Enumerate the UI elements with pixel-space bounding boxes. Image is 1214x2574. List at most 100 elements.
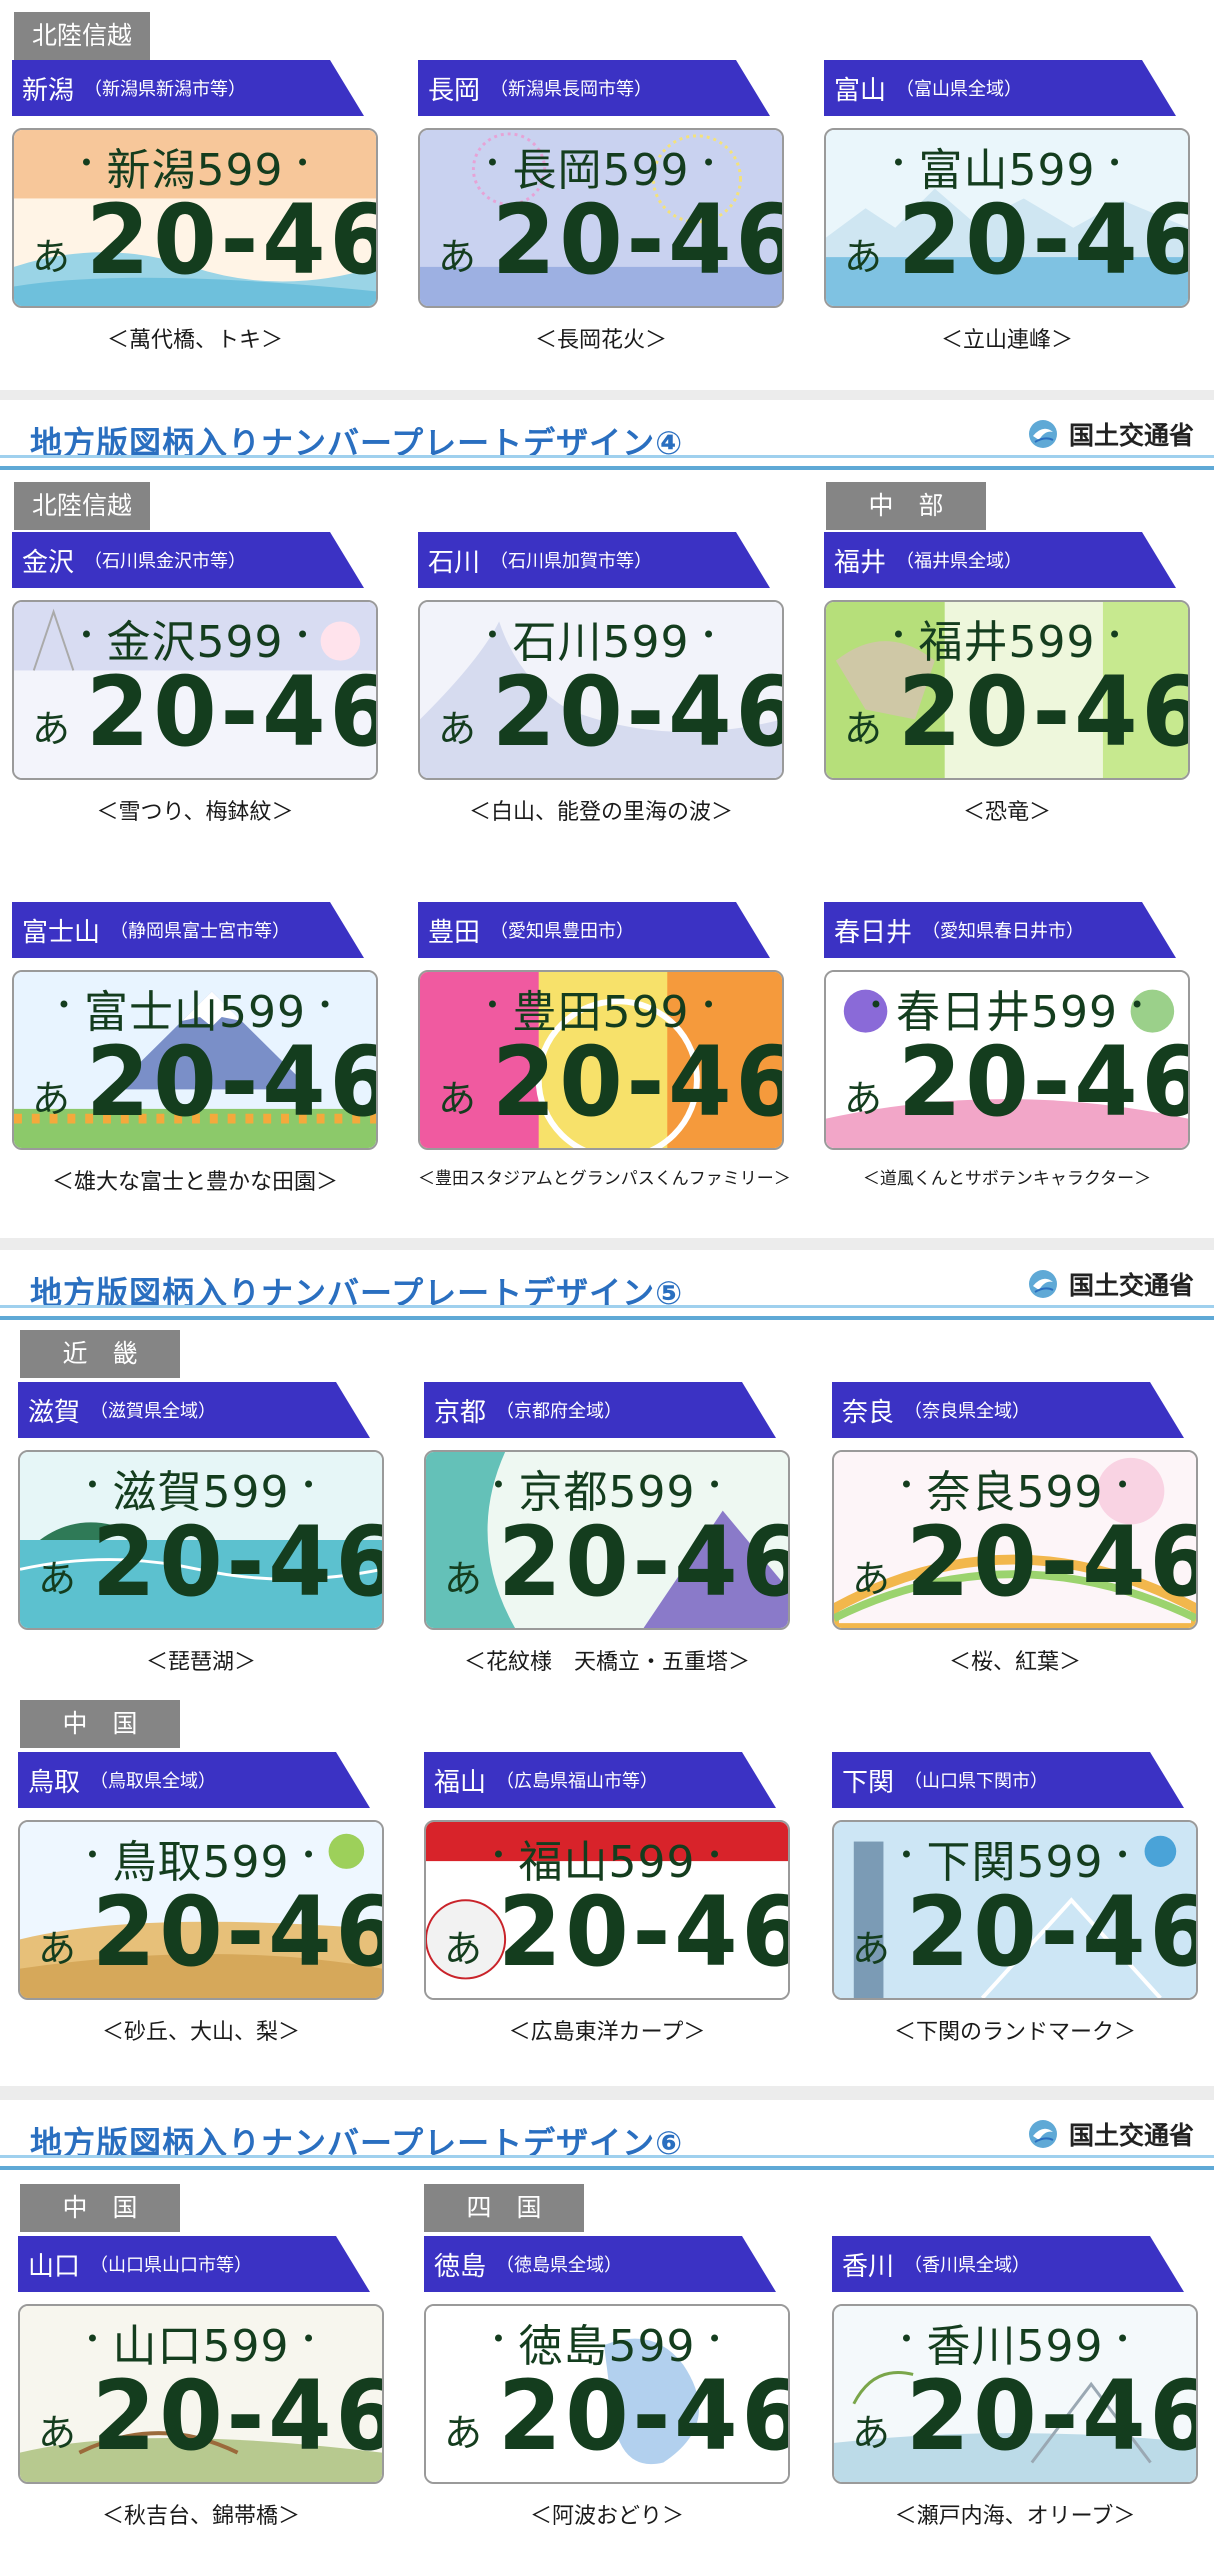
plate-card[interactable]: 奈良 （奈良県全域） 奈良599 あ 20-46 ＜桜、紅葉＞ [832,1382,1202,1702]
plate-card[interactable]: 富山 （富山県全域） 富山599 あ 20-46 ＜立山連峰＞ [824,60,1194,380]
plate-caption: ＜萬代橋、トキ＞ [106,328,283,353]
city-scope: （新潟県長岡市等） [490,79,653,100]
plate-card[interactable]: 石川 （石川県加賀市等） 石川599 あ 20-46 ＜白山、能登の里海の波＞ [418,532,788,852]
plate-kana: あ [444,1557,483,1601]
city-scope: （奈良県全域） [904,1401,1031,1422]
city-name: 京都 [434,1397,487,1428]
plate-kana: あ [438,707,477,751]
region-label: 中 国 [20,1700,180,1748]
plate-caption: ＜長岡花火＞ [534,328,667,353]
plate-caption: ＜立山連峰＞ [940,328,1073,353]
city-scope: （山口県下関市） [904,1771,1049,1792]
plate-card[interactable]: 山口 （山口県山口市等） 山口599 あ 20-46 ＜秋吉台、錦帯橋＞ [18,2236,388,2556]
license-plate: 石川599 あ 20-46 [418,600,784,780]
plate-number: 20-46 [898,656,1190,768]
license-plate: 新潟599 あ 20-46 [12,128,378,308]
license-plate: 福井599 あ 20-46 [824,600,1190,780]
plate-caption: ＜阿波おどり＞ [529,2504,684,2529]
city-scope: （富山県全域） [896,79,1023,100]
swirl-logo-icon [1028,1270,1057,1298]
city-scope: （徳島県全域） [496,2255,623,2276]
plate-caption: ＜花紋様 天橋立・五重塔＞ [463,1650,750,1675]
plate-kana: あ [444,1927,483,1971]
license-plate: 山口599 あ 20-46 [18,2304,384,2484]
plate-card[interactable]: 滋賀 （滋賀県全域） 滋賀599 あ 20-46 ＜琵琶湖＞ [18,1382,388,1702]
plate-kana: あ [852,1557,891,1601]
plate-card[interactable]: 徳島 （徳島県全域） 徳島599 あ 20-46 ＜阿波おどり＞ [424,2236,794,2556]
city-scope: （愛知県春日井市） [922,921,1085,942]
region-label: 北陸信越 [14,482,151,530]
plate-number: 20-46 [86,184,378,296]
plate-number: 20-46 [906,2360,1198,2472]
region-label: 近 畿 [20,1330,180,1378]
city-tab: 石川 （石川県加賀市等） [418,532,770,588]
plate-card[interactable]: 福山 （広島県福山市等） 福山599 あ 20-46 ＜広島東洋カープ＞ [424,1752,794,2072]
license-plate: 鳥取599 あ 20-46 [18,1820,384,2000]
city-name: 下関 [842,1767,895,1798]
swirl-logo-icon [1028,2120,1057,2148]
plate-card[interactable]: 鳥取 （鳥取県全域） 鳥取599 あ 20-46 ＜砂丘、大山、梨＞ [18,1752,388,2072]
license-plate: 春日井599 あ 20-46 [824,970,1190,1150]
city-tab: 徳島 （徳島県全域） [424,2236,776,2292]
license-plate: 長岡599 あ 20-46 [418,128,784,308]
city-scope: （静岡県富士宮市等） [110,921,291,942]
city-scope: （香川県全域） [904,2255,1031,2276]
region-label: 北陸信越 [14,12,151,60]
plate-caption: ＜桜、紅葉＞ [948,1650,1081,1675]
city-name: 山口 [28,2251,81,2282]
city-tab: 新潟 （新潟県新潟市等） [12,60,364,116]
plate-kana: あ [38,2411,77,2455]
city-scope: （鳥取県全域） [90,1771,217,1792]
plate-kana: あ [844,707,883,751]
city-scope: （広島県福山市等） [496,1771,659,1792]
city-tab: 富山 （富山県全域） [824,60,1176,116]
plate-number: 20-46 [92,2360,384,2472]
plate-card[interactable]: 下関 （山口県下関市） 下関599 あ 20-46 ＜下関のランドマーク＞ [832,1752,1202,2072]
section-banner-6: 地方版図柄入りナンバープレートデザイン⑥ 国土交通省 [0,2104,1214,2170]
plate-card[interactable]: 富士山 （静岡県富士宮市等） 富士山599 あ 20-46 ＜雄大な富士と豊かな… [12,902,382,1222]
plate-caption: ＜瀬戸内海、オリーブ＞ [894,2504,1136,2529]
ministry-name: 国土交通省 [1068,2121,1194,2150]
plate-kana: あ [844,1077,883,1121]
plate-caption: ＜恐竜＞ [962,800,1051,825]
plate-number: 20-46 [492,1026,784,1138]
plate-card[interactable]: 春日井 （愛知県春日井市） 春日井599 あ 20-46 ＜道風くんとサボテンキ… [824,902,1194,1222]
city-name: 滋賀 [28,1397,81,1428]
city-tab: 豊田 （愛知県豊田市） [418,902,770,958]
city-tab: 奈良 （奈良県全域） [832,1382,1184,1438]
plate-caption: ＜道風くんとサボテンキャラクター＞ [862,1169,1152,1189]
license-plate: 香川599 あ 20-46 [832,2304,1198,2484]
plate-card[interactable]: 香川 （香川県全域） 香川599 あ 20-46 ＜瀬戸内海、オリーブ＞ [832,2236,1202,2556]
ministry-logo: 国土交通省 [1027,2116,1194,2152]
plate-card[interactable]: 長岡 （新潟県長岡市等） 長岡599 あ 20-46 ＜長岡花火＞ [418,60,788,380]
license-plate: 徳島599 あ 20-46 [424,2304,790,2484]
city-tab: 福山 （広島県福山市等） [424,1752,776,1808]
license-plate: 金沢599 あ 20-46 [12,600,378,780]
plate-card[interactable]: 福井 （福井県全域） 福井599 あ 20-46 ＜恐竜＞ [824,532,1194,852]
city-name: 豊田 [428,917,481,948]
plate-number: 20-46 [906,1876,1198,1988]
plate-kana: あ [32,707,71,751]
city-scope: （新潟県新潟市等） [84,79,247,100]
plate-card[interactable]: 金沢 （石川県金沢市等） 金沢599 あ 20-46 ＜雪つり、梅鉢紋＞ [12,532,382,852]
ministry-logo: 国土交通省 [1027,416,1194,452]
plate-card[interactable]: 京都 （京都府全域） 京都599 あ 20-46 ＜花紋様 天橋立・五重塔＞ [424,1382,794,1702]
city-name: 金沢 [22,547,75,578]
plate-caption: ＜雄大な富士と豊かな田園＞ [51,1170,338,1195]
city-tab: 滋賀 （滋賀県全域） [18,1382,370,1438]
plate-card[interactable]: 豊田 （愛知県豊田市） 豊田599 あ 20-46 ＜豊田スタジアムとグランパス… [418,902,791,1222]
ministry-logo: 国土交通省 [1027,1266,1194,1302]
plate-caption: ＜秋吉台、錦帯橋＞ [101,2504,300,2529]
plate-number: 20-46 [498,1876,790,1988]
city-name: 新潟 [22,75,75,106]
city-name: 福山 [434,1767,487,1798]
city-tab: 鳥取 （鳥取県全域） [18,1752,370,1808]
plate-card[interactable]: 新潟 （新潟県新潟市等） 新潟599 あ 20-46 ＜萬代橋、トキ＞ [12,60,382,380]
plate-caption: ＜豊田スタジアムとグランパスくんファミリー＞ [418,1169,791,1189]
license-plate: 下関599 あ 20-46 [832,1820,1198,2000]
city-name: 鳥取 [28,1767,81,1798]
region-label: 中 部 [826,482,986,530]
license-plate: 奈良599 あ 20-46 [832,1450,1198,1630]
city-name: 香川 [842,2251,895,2282]
license-plate: 滋賀599 あ 20-46 [18,1450,384,1630]
